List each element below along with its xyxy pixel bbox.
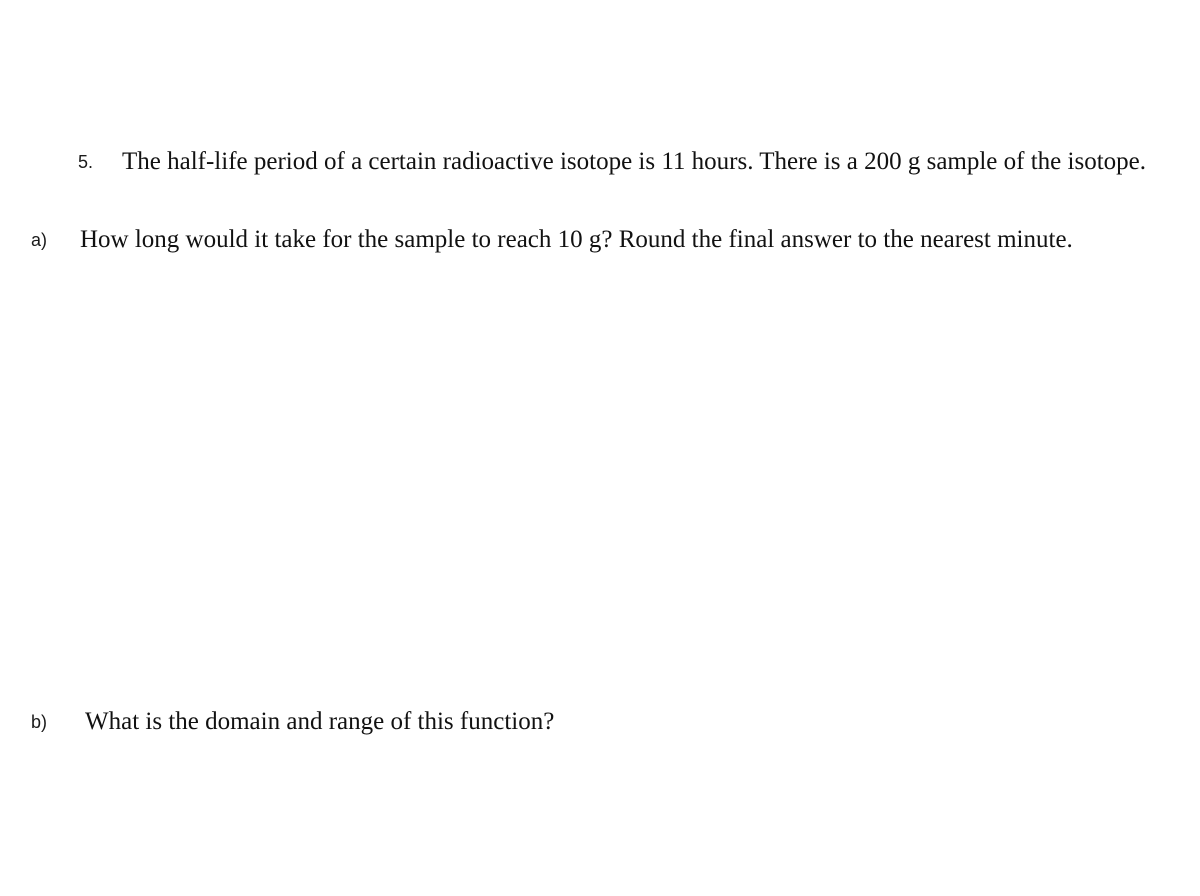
worksheet-page: 5. The half-life period of a certain rad… (0, 0, 1200, 896)
part-a-text: How long would it take for the sample to… (80, 226, 1073, 253)
question-5-marker: 5. (78, 152, 94, 172)
part-b-text: What is the domain and range of this fun… (85, 708, 555, 735)
part-b-marker: b) (31, 712, 48, 732)
part-a-work-area (31, 300, 1181, 690)
question-5-part-b: b) What is the domain and range of this … (31, 703, 1181, 741)
question-5-part-a: a) How long would it take for the sample… (31, 221, 1181, 259)
question-5-text: The half-life period of a certain radioa… (122, 148, 1146, 175)
part-a-marker: a) (31, 230, 48, 250)
part-b-work-area (31, 755, 1181, 885)
question-5: 5. The half-life period of a certain rad… (78, 143, 1183, 181)
